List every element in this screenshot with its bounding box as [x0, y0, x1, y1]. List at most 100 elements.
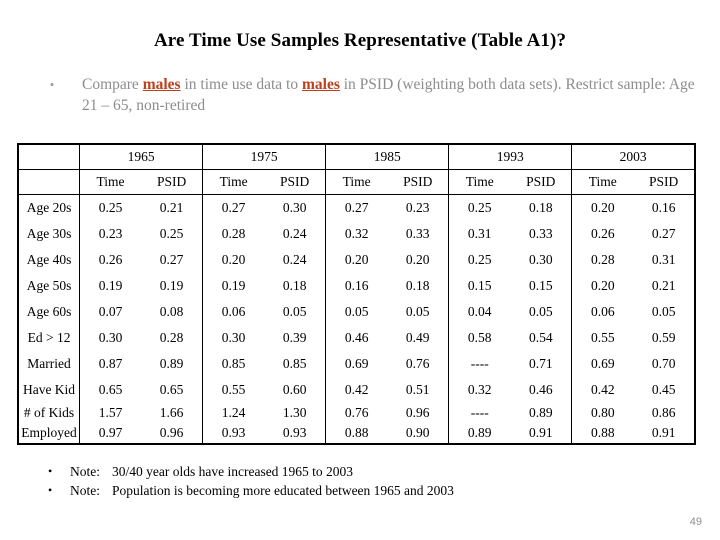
table-cell: 0.32 [448, 377, 511, 403]
table-cell: 0.21 [651, 278, 676, 293]
table-cell: 0.27 [202, 194, 265, 221]
table-cell: 0.46 [528, 382, 553, 397]
table-cell: 0.30 [528, 252, 553, 267]
note-label: Note: [70, 464, 100, 479]
note-text: 30/40 year olds have increased 1965 to 2… [112, 464, 354, 479]
table-year-header-1975: 1975 [202, 144, 326, 170]
table-cell: 0.19 [202, 273, 265, 299]
table-cell: 0.20 [405, 252, 430, 267]
note-label: Note: [70, 483, 100, 498]
table-cell: 0.04 [448, 299, 511, 325]
table-cell: 0.27 [651, 226, 676, 241]
table-cell: 0.20 [571, 194, 634, 221]
table-subheader-1985-time: Time [325, 169, 388, 195]
table-subheader-1965-psid: PSID [141, 169, 203, 195]
table-row: Age 40s 0.26 0.27 0.20 0.24 0.20 0.20 0.25 0.30 0… [18, 247, 695, 273]
table-cell: 0.32 [325, 221, 388, 247]
table-cell: 0.71 [528, 356, 553, 371]
table-cell: 0.33 [405, 226, 430, 241]
data-table-container: 1965 1975 1985 1993 2003 Time PSID Time PSID Tim… [17, 143, 696, 445]
table-cell: 0.55 [202, 377, 265, 403]
note-row: • Note: Population is becoming more educat… [48, 481, 688, 500]
table-cell: 0.87 [79, 351, 142, 377]
table-cell: ---- [448, 351, 511, 377]
table-cell: 0.15 [528, 278, 553, 293]
table-corner-cell [18, 144, 80, 170]
table-cell: 0.07 [79, 299, 142, 325]
intro-text-segment-2: in time use data to [180, 76, 302, 93]
table-cell: 0.25 [79, 194, 142, 221]
table-cell: 0.70 [651, 356, 676, 371]
table-cell: 0.96 [159, 425, 184, 440]
table-row: Ed > 12 0.30 0.28 0.30 0.39 0.46 0.49 0.58 0.54 0… [18, 325, 695, 351]
table-cell: 1.24 [202, 403, 265, 423]
table-cell: 0.65 [159, 382, 184, 397]
table-cell: 0.19 [159, 278, 184, 293]
page-title: Are Time Use Samples Representative (Tab… [153, 30, 567, 51]
table-row-label: Employed [21, 425, 77, 440]
table-cell: 0.30 [202, 325, 265, 351]
table-cell: 0.25 [448, 194, 511, 221]
table-cell: 0.25 [448, 247, 511, 273]
table-row: Age 50s 0.19 0.19 0.19 0.18 0.16 0.18 0.15 0.15 0… [18, 273, 695, 299]
table-cell: 0.05 [528, 304, 553, 319]
table-cell: 0.89 [159, 356, 184, 371]
table-row: Have Kid 0.65 0.65 0.55 0.60 0.42 0.51 0.32 0.46… [18, 377, 695, 403]
table-cell: 0.89 [448, 423, 511, 444]
table-cell: 0.85 [282, 356, 307, 371]
table-cell: 0.86 [651, 405, 676, 420]
table-subheader-1993-psid: PSID [510, 169, 572, 195]
table-cell: 0.05 [405, 304, 430, 319]
table-cell: 0.20 [202, 247, 265, 273]
table-cell: 0.21 [159, 200, 184, 215]
table-cell: 0.25 [159, 226, 184, 241]
table-row: Married 0.87 0.89 0.85 0.85 0.69 0.76 ---- 0.71 0… [18, 351, 695, 377]
table-cell: 0.54 [528, 330, 553, 345]
table-cell: 0.05 [651, 304, 676, 319]
table-header: 1965 1975 1985 1993 2003 Time PSID Time PSID Tim… [18, 144, 695, 195]
table-cell: 0.16 [325, 273, 388, 299]
page-number: 49 [689, 516, 702, 528]
table-cell: 0.60 [282, 382, 307, 397]
table-cell: 1.57 [79, 403, 142, 423]
table-cell: 0.88 [325, 423, 388, 444]
table-cell: 0.89 [528, 405, 553, 420]
table-subheader-1975-psid: PSID [264, 169, 326, 195]
table-cell: 0.88 [571, 423, 634, 444]
table-row-label: Age 30s [26, 226, 72, 241]
table-subheader-2003-psid: PSID [633, 169, 695, 195]
table-row: Age 60s 0.07 0.08 0.06 0.05 0.05 0.05 0.04 0.05 0… [18, 299, 695, 325]
table-cell: 0.24 [282, 252, 307, 267]
table-row-label: Age 50s [26, 278, 72, 293]
table-row: Age 30s 0.23 0.25 0.28 0.24 0.32 0.33 0.31 0.33 0… [18, 221, 695, 247]
table-subheader-2003-time: Time [571, 169, 634, 195]
table-cell: 0.20 [325, 247, 388, 273]
table-cell: 0.18 [405, 278, 430, 293]
table-cell: 0.69 [325, 351, 388, 377]
table-subheader-1965-time: Time [79, 169, 142, 195]
table-cell: 0.23 [405, 200, 430, 215]
table-cell: 0.31 [448, 221, 511, 247]
table-cell: 0.26 [79, 247, 142, 273]
table-header-row-subs: Time PSID Time PSID Time PSID Time PSID Time PSID [18, 169, 695, 195]
table-row-label: Ed > 12 [27, 330, 71, 345]
table-row: Employed 0.97 0.96 0.93 0.93 0.88 0.90 0.89 0.91… [18, 423, 695, 444]
table-cell: 0.58 [448, 325, 511, 351]
table-cell: 0.18 [282, 278, 307, 293]
note-row: • Note: 30/40 year olds have increased 196… [48, 462, 688, 481]
table-cell: 0.27 [159, 252, 184, 267]
table-cell: 0.45 [651, 382, 676, 397]
representativeness-table: 1965 1975 1985 1993 2003 Time PSID Time PSID Tim… [17, 143, 696, 445]
intro-text-segment-1: Compare [82, 76, 143, 93]
table-row-label: # of Kids [23, 405, 75, 420]
table-cell: 0.05 [282, 304, 307, 319]
table-header-row-years: 1965 1975 1985 1993 2003 [18, 144, 695, 170]
table-cell: 0.30 [79, 325, 142, 351]
table-row-label: Age 40s [26, 252, 72, 267]
table-year-header-1965: 1965 [79, 144, 203, 170]
table-cell: 0.69 [571, 351, 634, 377]
table-cell: 0.26 [571, 221, 634, 247]
table-cell: ---- [448, 403, 511, 423]
table-row-label: Age 20s [26, 200, 72, 215]
table-cell: 0.28 [159, 330, 184, 345]
